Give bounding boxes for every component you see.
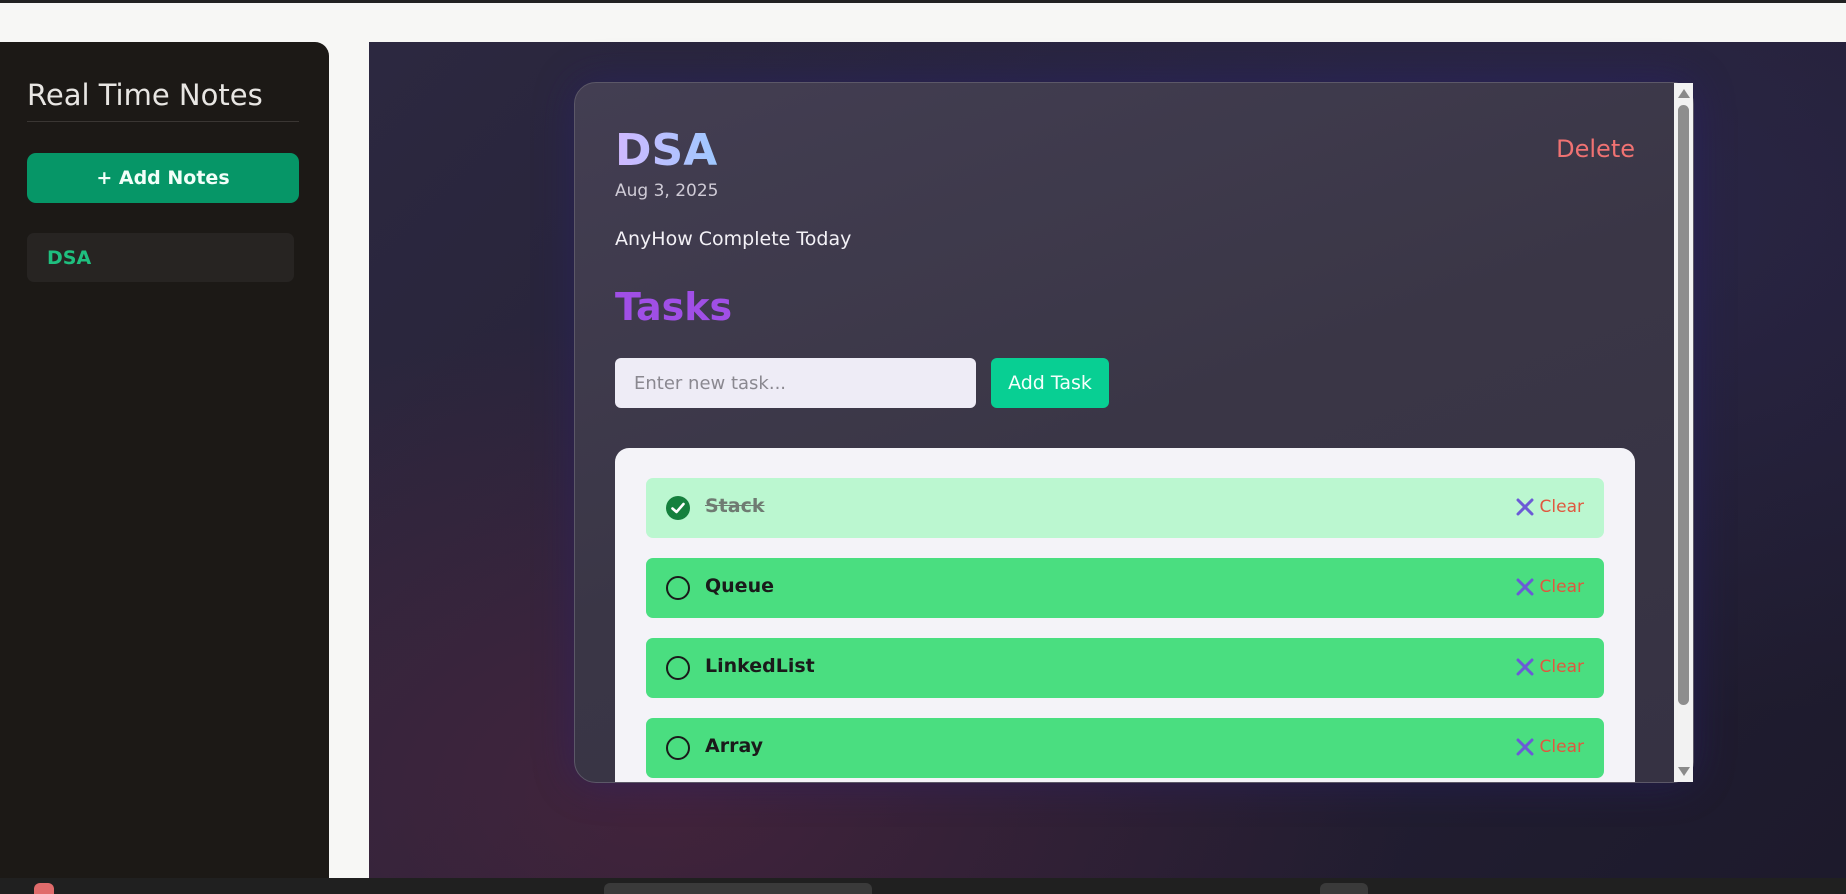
tasks-heading: Tasks — [615, 285, 733, 329]
clear-label: Clear — [1539, 657, 1584, 677]
new-task-input[interactable] — [615, 358, 976, 408]
card-scrollbar[interactable] — [1674, 83, 1693, 782]
task-name: Array — [705, 735, 764, 757]
task-name: LinkedList — [705, 655, 815, 677]
add-notes-button[interactable]: + Add Notes — [27, 153, 299, 203]
add-task-button[interactable]: Add Task — [991, 358, 1109, 408]
scroll-thumb[interactable] — [1678, 105, 1689, 705]
circle-icon[interactable] — [666, 656, 690, 680]
clear-task-button[interactable]: Clear — [1516, 497, 1584, 517]
clear-label: Clear — [1539, 497, 1584, 517]
weather-icon[interactable] — [34, 883, 54, 894]
app-title: Real Time Notes — [27, 78, 263, 112]
delete-note-button[interactable]: Delete — [1556, 135, 1635, 163]
clear-task-button[interactable]: Clear — [1516, 577, 1584, 597]
x-icon — [1516, 578, 1534, 596]
window-top-border — [0, 0, 1846, 3]
os-taskbar — [0, 878, 1846, 894]
task-row: Queue Clear — [646, 558, 1604, 618]
taskbar-search-box[interactable] — [604, 883, 872, 894]
taskbar-active-app-icon[interactable] — [1320, 883, 1368, 894]
task-row: LinkedList Clear — [646, 638, 1604, 698]
task-name: Queue — [705, 575, 774, 597]
sidebar: Real Time Notes + Add Notes DSA — [0, 42, 329, 878]
task-list: Stack Clear Queue Clear LinkedList Clear — [615, 448, 1635, 782]
clear-task-button[interactable]: Clear — [1516, 657, 1584, 677]
scroll-down-arrow-icon[interactable] — [1678, 767, 1690, 776]
note-title: DSA — [615, 125, 718, 176]
circle-icon[interactable] — [666, 576, 690, 600]
x-icon — [1516, 738, 1534, 756]
task-row: Stack Clear — [646, 478, 1604, 538]
note-date: Aug 3, 2025 — [615, 181, 719, 201]
circle-icon[interactable] — [666, 736, 690, 760]
scroll-up-arrow-icon[interactable] — [1678, 89, 1690, 98]
note-card: DSA Delete Aug 3, 2025 AnyHow Complete T… — [574, 82, 1694, 783]
task-name: Stack — [705, 495, 765, 517]
clear-label: Clear — [1539, 737, 1584, 757]
sidebar-divider — [27, 121, 299, 122]
check-circle-icon[interactable] — [666, 496, 690, 520]
x-icon — [1516, 498, 1534, 516]
clear-task-button[interactable]: Clear — [1516, 737, 1584, 757]
x-icon — [1516, 658, 1534, 676]
note-description: AnyHow Complete Today — [615, 228, 852, 250]
task-row: Array Clear — [646, 718, 1604, 778]
clear-label: Clear — [1539, 577, 1584, 597]
sidebar-note-dsa[interactable]: DSA — [27, 233, 294, 282]
